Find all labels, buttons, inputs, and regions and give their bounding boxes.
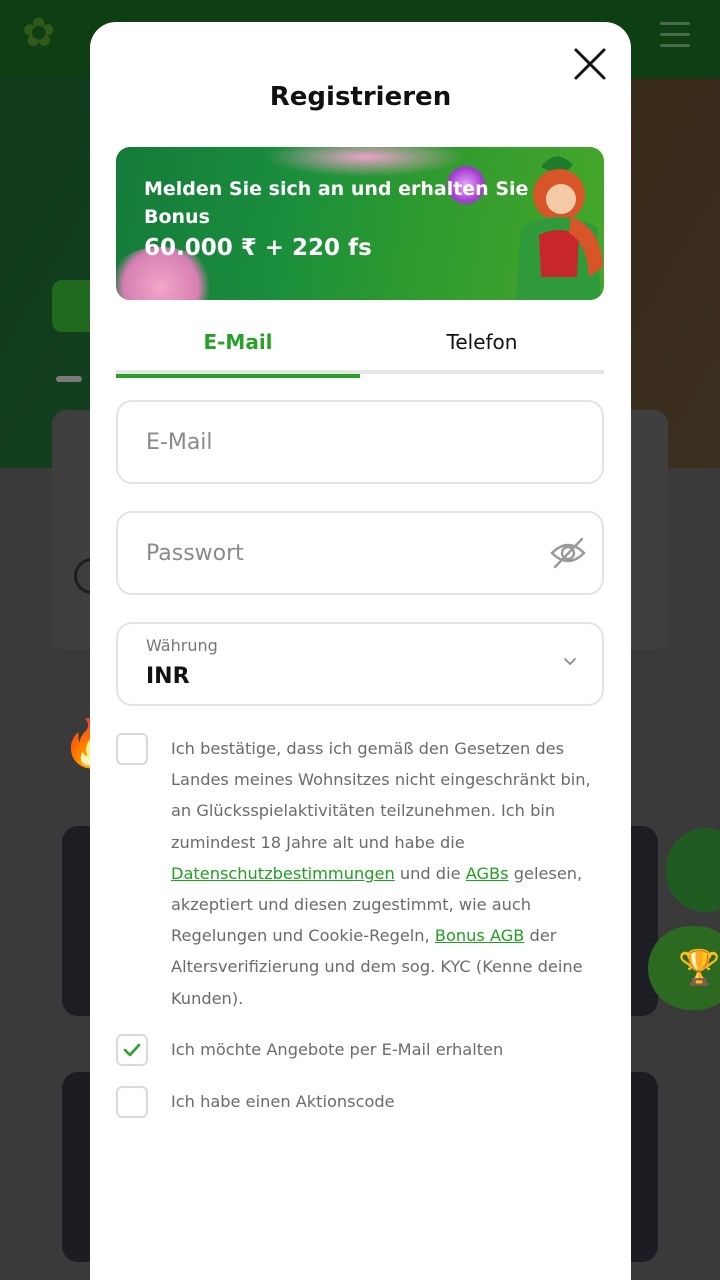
eye-off-icon[interactable] xyxy=(548,533,588,573)
promo-code-label: Ich habe einen Aktionscode xyxy=(171,1092,395,1111)
currency-label: Währung xyxy=(146,636,218,655)
registration-modal: Registrieren Melden Sie sich an und erha… xyxy=(90,22,631,1280)
promo-text: Melden Sie sich an und erhalten Sie Bonu… xyxy=(144,178,529,228)
promo-amount: 60.000 ₹ + 220 fs xyxy=(144,235,372,261)
privacy-policy-link[interactable]: Datenschutzbestimmungen xyxy=(171,864,395,883)
floating-bonus-button xyxy=(666,828,720,912)
email-offers-checkbox[interactable] xyxy=(116,1034,148,1066)
password-field xyxy=(116,511,604,595)
email-input[interactable] xyxy=(146,422,526,462)
tab-phone[interactable]: Telefon xyxy=(360,322,604,374)
password-input[interactable] xyxy=(146,533,526,573)
menu-icon xyxy=(660,22,690,48)
tab-email[interactable]: E-Mail xyxy=(116,322,360,378)
close-icon xyxy=(574,48,606,80)
currency-value: INR xyxy=(146,664,190,689)
email-offers-label: Ich möchte Angebote per E-Mail erhalten xyxy=(171,1040,504,1059)
close-button[interactable] xyxy=(570,44,610,84)
terms-link[interactable]: AGBs xyxy=(466,864,509,883)
site-logo: ✿ xyxy=(22,10,58,56)
hero-slider-indicator xyxy=(56,376,82,382)
checkmark-icon xyxy=(123,1043,141,1057)
modal-title: Registrieren xyxy=(269,82,452,112)
terms-text: Ich bestätige, dass ich gemäß den Gesetz… xyxy=(171,733,611,1014)
promo-banner: Melden Sie sich an und erhalten Sie Bonu… xyxy=(116,147,604,300)
registration-tabs: E-Mail Telefon xyxy=(116,322,604,378)
terms-text-part: und die xyxy=(394,863,466,883)
blossom-branch-decoration xyxy=(266,147,466,177)
terms-checkbox[interactable] xyxy=(116,733,148,765)
bonus-terms-link[interactable]: Bonus AGB xyxy=(435,926,525,945)
chevron-down-icon xyxy=(564,658,576,665)
email-field xyxy=(116,400,604,484)
currency-select[interactable]: Währung INR xyxy=(116,622,604,706)
floating-trophy-button: 🏆 xyxy=(648,926,720,1010)
promo-code-checkbox[interactable] xyxy=(116,1086,148,1118)
terms-text-part: Ich bestätige, dass ich gemäß den Gesetz… xyxy=(171,739,591,852)
trophy-icon: 🏆 xyxy=(678,948,720,988)
